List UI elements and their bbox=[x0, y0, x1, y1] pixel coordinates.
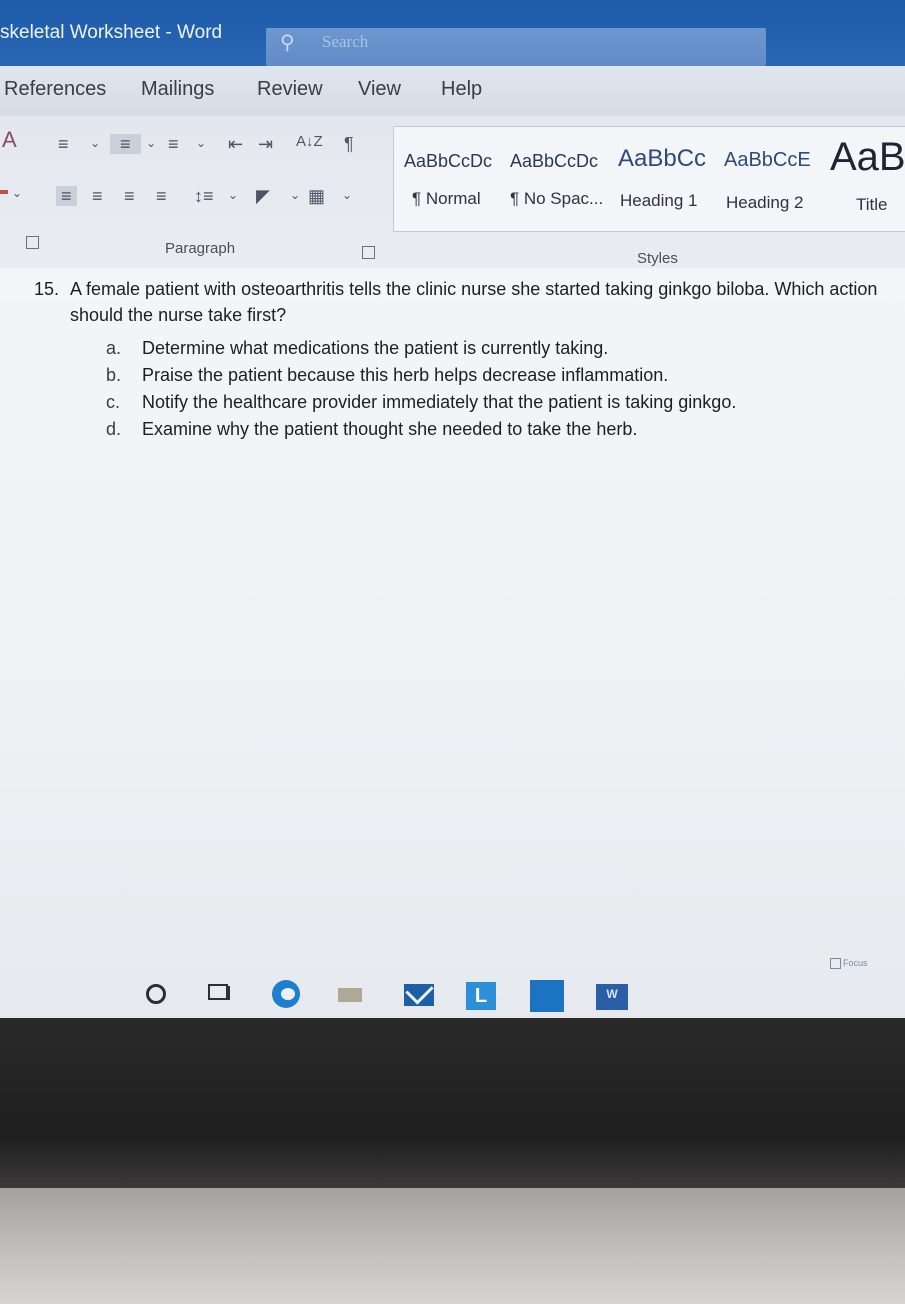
taskbar: L W bbox=[0, 960, 905, 1018]
ribbon-tabs: References Mailings Review View Help bbox=[0, 66, 905, 116]
option-letter: d. bbox=[106, 419, 122, 439]
style-heading1-preview[interactable]: AaBbCc bbox=[618, 145, 706, 173]
tab-view[interactable]: View bbox=[358, 78, 401, 101]
edge-icon[interactable] bbox=[272, 980, 300, 1008]
align-right-icon[interactable]: ≡ bbox=[124, 186, 135, 206]
word-letter: W bbox=[606, 987, 618, 1001]
numbering-icon[interactable]: ≡ bbox=[110, 134, 141, 154]
chevron-down-icon[interactable]: ⌄ bbox=[228, 188, 238, 202]
line-spacing-icon[interactable]: ↕≡ bbox=[194, 186, 214, 206]
word-icon[interactable]: W bbox=[596, 984, 628, 1010]
increase-indent-icon[interactable]: ⇥ bbox=[258, 134, 273, 154]
search-placeholder: Search bbox=[322, 32, 369, 51]
sort-icon[interactable]: A↓Z bbox=[296, 132, 323, 152]
question-stem: A female patient with osteoarthritis tel… bbox=[70, 279, 878, 325]
option-text: Examine why the patient thought she need… bbox=[142, 419, 638, 439]
tab-help[interactable]: Help bbox=[441, 78, 482, 101]
style-heading1-name[interactable]: Heading 1 bbox=[620, 191, 698, 211]
ribbon: A ⌄ ≡ ⌄ ≡ ⌄ ≡ ⌄ ⇤ ⇥ A↓Z ¶ ≡ ≡ ≡ ≡ ↕≡ ⌄ ◤… bbox=[0, 116, 905, 269]
tab-review[interactable]: Review bbox=[257, 78, 323, 101]
start-circle-icon[interactable] bbox=[146, 984, 166, 1004]
chevron-down-icon[interactable]: ⌄ bbox=[290, 188, 300, 202]
show-formatting-icon[interactable]: ¶ bbox=[344, 134, 354, 154]
style-title-preview[interactable]: AaB bbox=[830, 135, 905, 180]
clear-formatting-icon[interactable]: A bbox=[2, 129, 17, 151]
lync-icon[interactable]: L bbox=[466, 982, 496, 1010]
title-bar: skeletal Worksheet - Word ⚲ Search bbox=[0, 0, 905, 70]
style-normal-name[interactable]: ¶ Normal bbox=[412, 189, 481, 209]
option-letter: a. bbox=[106, 338, 122, 358]
style-heading2-name[interactable]: Heading 2 bbox=[726, 193, 804, 213]
mail-icon[interactable] bbox=[404, 976, 434, 1006]
multilevel-list-icon[interactable]: ≡ bbox=[168, 134, 179, 154]
option-letter: b. bbox=[106, 365, 122, 385]
search-icon: ⚲ bbox=[280, 32, 295, 54]
style-title-name[interactable]: Title bbox=[856, 195, 888, 215]
document-page[interactable]: 15. A female patient with osteoarthritis… bbox=[0, 268, 905, 1020]
search-box[interactable]: ⚲ Search bbox=[266, 28, 766, 66]
option-text: Notify the healthcare provider immediate… bbox=[142, 392, 737, 412]
font-dialog-launcher-icon[interactable] bbox=[26, 236, 39, 249]
tab-references[interactable]: References bbox=[4, 78, 106, 101]
styles-gallery: AaBbCcDc ¶ Normal AaBbCcDc ¶ No Spac... … bbox=[393, 126, 905, 232]
bullets-icon[interactable]: ≡ bbox=[58, 134, 69, 154]
chevron-down-icon[interactable]: ⌄ bbox=[90, 136, 100, 150]
shading-icon[interactable]: ◤ bbox=[256, 186, 270, 206]
borders-icon[interactable]: ▦ bbox=[308, 186, 325, 206]
style-heading2-preview[interactable]: AaBbCcE bbox=[724, 149, 811, 172]
desk-surface bbox=[0, 1188, 905, 1304]
laptop-bezel bbox=[0, 1018, 905, 1188]
file-explorer-icon[interactable] bbox=[338, 982, 366, 1004]
font-color-icon[interactable] bbox=[0, 190, 8, 194]
style-no-spacing-preview[interactable]: AaBbCcDc bbox=[510, 151, 598, 172]
task-view-icon[interactable] bbox=[208, 984, 230, 1002]
store-icon[interactable] bbox=[530, 980, 564, 1012]
chevron-down-icon[interactable]: ⌄ bbox=[12, 186, 22, 200]
align-center-icon[interactable]: ≡ bbox=[92, 186, 103, 206]
decrease-indent-icon[interactable]: ⇤ bbox=[228, 134, 243, 154]
paragraph-dialog-launcher-icon[interactable] bbox=[362, 246, 375, 259]
chevron-down-icon[interactable]: ⌄ bbox=[146, 136, 156, 150]
chevron-down-icon[interactable]: ⌄ bbox=[342, 188, 352, 202]
styles-group-label: Styles bbox=[637, 250, 678, 267]
align-left-icon[interactable]: ≡ bbox=[56, 186, 77, 206]
option-letter: c. bbox=[106, 392, 121, 412]
paragraph-group-label: Paragraph bbox=[165, 240, 236, 257]
option-text: Determine what medications the patient i… bbox=[142, 338, 609, 358]
justify-icon[interactable]: ≡ bbox=[156, 186, 167, 206]
chevron-down-icon[interactable]: ⌄ bbox=[196, 136, 206, 150]
style-no-spacing-name[interactable]: ¶ No Spac... bbox=[510, 189, 603, 209]
option-text: Praise the patient because this herb hel… bbox=[142, 365, 669, 385]
tab-mailings[interactable]: Mailings bbox=[141, 78, 214, 101]
window-title: skeletal Worksheet - Word bbox=[0, 22, 223, 43]
question-number: 15. bbox=[34, 279, 60, 299]
style-normal-preview[interactable]: AaBbCcDc bbox=[404, 151, 492, 172]
